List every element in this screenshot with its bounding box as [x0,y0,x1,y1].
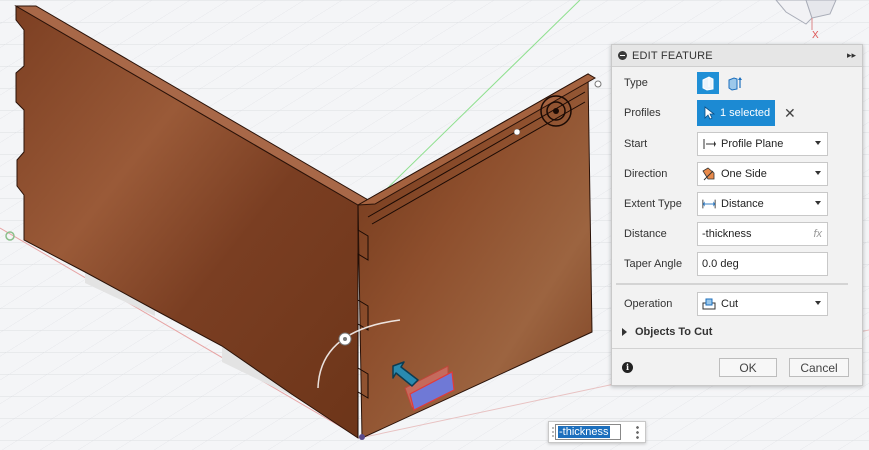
start-label: Start [624,138,648,150]
profiles-select-button[interactable]: 1 selected [697,100,775,126]
panel-title: EDIT FEATURE [632,49,713,62]
extrude-thin-type-button[interactable] [724,72,746,94]
drag-grip-icon[interactable] [552,427,554,439]
distance-icon [702,197,716,211]
clear-selection-icon[interactable]: ✕ [784,105,796,122]
extent-type-label: Extent Type [624,198,682,210]
cursor-arrow-icon [704,106,715,120]
expand-panel-icon[interactable]: ▸▸ [847,50,856,61]
cut-icon [702,297,716,311]
profiles-row: Profiles 1 selected ✕ [612,100,862,126]
start-dropdown[interactable]: Profile Plane [697,132,828,156]
taper-angle-label: Taper Angle [624,258,683,270]
distance-row: Distance -thickness fx [612,221,862,247]
direction-label: Direction [624,168,668,180]
extent-type-dropdown[interactable]: Distance [697,192,828,216]
chevron-down-icon [815,201,821,205]
extent-type-row: Extent Type Distance [612,191,862,217]
more-options-icon[interactable] [636,425,639,439]
viewcube-axis-x: X [812,30,819,41]
floating-distance-field[interactable]: -thickness [555,424,621,440]
divider [616,283,848,285]
one-side-icon [702,167,716,181]
operation-value: Cut [721,298,739,310]
operation-row: Operation Cut [612,291,862,317]
cancel-button[interactable]: Cancel [789,358,849,377]
stop-icon[interactable] [618,51,627,60]
distance-input[interactable]: -thickness fx [697,222,828,246]
direction-dropdown[interactable]: One Side [697,162,828,186]
fx-icon[interactable]: fx [813,228,822,240]
operation-label: Operation [624,298,673,310]
floating-distance-input[interactable]: -thickness [548,421,646,443]
operation-dropdown[interactable]: Cut [697,292,828,316]
chevron-down-icon [815,171,821,175]
origin-point [359,434,365,440]
taper-angle-row: Taper Angle 0.0 deg [612,251,862,277]
direction-row: Direction One Side [612,161,862,187]
extrude-solid-type-button[interactable] [697,72,719,94]
chevron-down-icon [815,141,821,145]
floating-distance-value: -thickness [558,426,610,438]
point-marker-2 [594,80,602,88]
start-row: Start Profile Plane [612,131,862,157]
expand-triangle-icon [622,328,627,336]
point-marker [513,128,521,136]
taper-angle-value: 0.0 deg [702,258,739,270]
distance-label: Distance [624,228,667,240]
objects-to-cut-section[interactable]: Objects To Cut [622,326,712,338]
extent-type-value: Distance [721,198,764,210]
info-icon[interactable]: i [622,362,633,373]
objects-to-cut-label: Objects To Cut [635,326,713,338]
extrude-solid-icon [702,76,714,91]
profiles-label: Profiles [624,107,661,119]
edit-feature-panel: EDIT FEATURE ▸▸ Type Profiles 1 selected [611,44,863,386]
distance-value: -thickness [702,228,752,240]
direction-value: One Side [721,168,767,180]
panel-header: EDIT FEATURE ▸▸ [612,45,862,67]
panel-footer: i OK Cancel [612,348,862,385]
chevron-down-icon [815,301,821,305]
type-row: Type [612,70,862,96]
profiles-value: 1 selected [720,107,771,119]
taper-angle-input[interactable]: 0.0 deg [697,252,828,276]
ok-button[interactable]: OK [719,358,777,377]
start-value: Profile Plane [721,138,784,150]
type-label: Type [624,77,648,89]
profile-plane-icon [702,137,716,151]
extrude-thin-icon [728,77,742,91]
